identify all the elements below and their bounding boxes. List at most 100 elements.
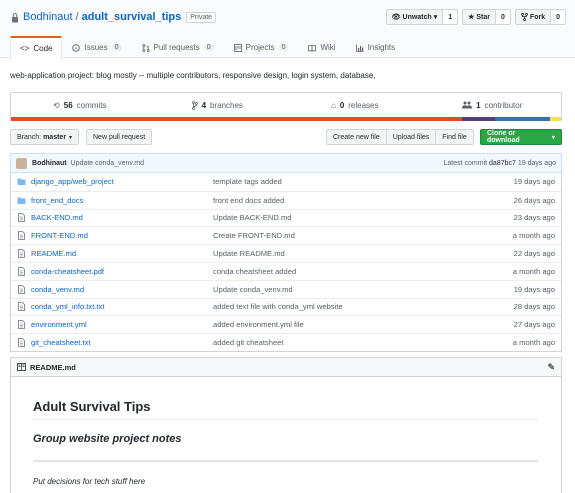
file-icon bbox=[18, 338, 25, 347]
find-file-button[interactable]: Find file bbox=[435, 129, 474, 145]
file-age: 19 days ago bbox=[513, 284, 555, 294]
commit-message[interactable]: Update conda_venv.md bbox=[71, 160, 144, 167]
upload-files-button[interactable]: Upload files bbox=[385, 129, 437, 145]
commit-sha-link[interactable]: da87bc7 bbox=[489, 160, 516, 167]
table-row: BACK-END.md Update BACK-END.md 23 days ago bbox=[11, 208, 561, 227]
fork-button[interactable]: Fork bbox=[514, 9, 552, 25]
star-button[interactable]: ★ Star bbox=[462, 9, 497, 25]
file-age: 23 days ago bbox=[513, 213, 555, 223]
table-row: environment.yml added environment.yml fil… bbox=[11, 315, 561, 333]
branches-link[interactable]: 4 branches bbox=[149, 93, 287, 117]
readme-filename: README.md bbox=[30, 362, 76, 372]
table-row: front_end_docs front end docs added 26 day… bbox=[11, 190, 561, 209]
watchers-count[interactable]: 1 bbox=[443, 9, 459, 25]
readme-title: Adult Survival Tips bbox=[33, 399, 151, 414]
tab-insights[interactable]: Insights bbox=[346, 36, 406, 58]
file-age: a month ago bbox=[512, 266, 555, 276]
tab-code[interactable]: <> Code bbox=[10, 36, 63, 59]
repo-link[interactable]: adult_survival_tips bbox=[82, 11, 182, 23]
file-name-link[interactable]: front_end_docs bbox=[31, 196, 213, 205]
repo-description: web-application project: blog mostly -- … bbox=[10, 71, 376, 80]
folder-icon bbox=[17, 197, 26, 204]
file-name-link[interactable]: BACK-END.md bbox=[31, 213, 213, 222]
tab-issues[interactable]: Issues 0 bbox=[62, 36, 131, 58]
file-icon bbox=[18, 284, 25, 294]
book-icon bbox=[17, 363, 26, 371]
projects-count-badge: 0 bbox=[278, 44, 289, 51]
file-name-link[interactable]: conda_venv.md bbox=[31, 285, 213, 294]
lock-repo-icon bbox=[12, 12, 18, 22]
table-row: conda_yml_info.txt.txt added text file wi… bbox=[11, 297, 561, 316]
file-name-link[interactable]: django_app/web_project bbox=[31, 177, 213, 186]
pencil-icon[interactable]: ✎ bbox=[547, 362, 555, 373]
table-row: conda_venv.md Update conda_venv.md 19 days… bbox=[11, 279, 561, 298]
file-actions-group: Create new file Upload files Find file bbox=[326, 129, 474, 145]
stars-count[interactable]: 0 bbox=[496, 9, 511, 25]
wiki-icon bbox=[308, 44, 317, 51]
branch-icon bbox=[191, 100, 198, 110]
new-pull-request-button[interactable]: New pull request bbox=[86, 129, 153, 145]
graph-icon bbox=[355, 44, 364, 52]
readme-panel: README.md ✎ Adult Survival Tips Group we… bbox=[10, 357, 562, 493]
file-commit-message[interactable]: Update BACK-END.md bbox=[213, 213, 471, 222]
file-commit-message[interactable]: added environment.yml file bbox=[213, 320, 471, 329]
pull-request-icon bbox=[141, 43, 150, 52]
file-icon bbox=[18, 302, 25, 312]
tab-projects[interactable]: Projects 0 bbox=[224, 36, 299, 58]
commit-age: 19 days ago bbox=[517, 159, 556, 167]
table-row: conda-cheatsheet.pdf conda cheatsheet add… bbox=[11, 261, 561, 280]
issues-count-badge: 0 bbox=[111, 44, 122, 51]
file-age: a month ago bbox=[512, 231, 555, 241]
forks-count[interactable]: 0 bbox=[551, 9, 566, 25]
file-name-link[interactable]: conda_yml_info.txt.txt bbox=[31, 302, 213, 311]
owner-link[interactable]: Bodhinaut bbox=[23, 11, 73, 23]
folder-icon bbox=[17, 178, 26, 186]
file-commit-message[interactable]: added text file with conda_yml website bbox=[213, 302, 471, 311]
commit-author[interactable]: Bodhinaut bbox=[32, 160, 67, 167]
branch-select-button[interactable]: Branch: master ▾ bbox=[10, 129, 80, 145]
file-name-link[interactable]: environment.yml bbox=[31, 320, 213, 329]
clone-download-button[interactable]: Clone or download ▾ bbox=[480, 129, 562, 145]
file-commit-message[interactable]: front end docs added bbox=[213, 196, 471, 205]
numbers-summary: ⟲ 56 commits 4 branches ⌂ 0 releases 1 c… bbox=[10, 92, 562, 121]
file-age: 27 days ago bbox=[513, 320, 555, 330]
file-commit-message[interactable]: template tags added bbox=[213, 177, 471, 186]
chevron-down-icon: ▾ bbox=[433, 14, 438, 21]
create-new-file-button[interactable]: Create new file bbox=[326, 129, 387, 145]
commits-link[interactable]: ⟲ 56 commits bbox=[11, 93, 149, 117]
contributors-link[interactable]: 1 contributor bbox=[424, 93, 562, 117]
tag-icon: ⌂ bbox=[330, 100, 336, 110]
repo-tabs: <> Code Issues 0 Pull requests 0 Project… bbox=[10, 36, 406, 59]
tab-wiki[interactable]: Wiki bbox=[298, 36, 345, 58]
history-icon: ⟲ bbox=[53, 100, 60, 110]
language-segment-3 bbox=[550, 117, 561, 121]
tab-pull-requests[interactable]: Pull requests 0 bbox=[132, 36, 224, 58]
avatar[interactable] bbox=[16, 157, 27, 169]
latest-commit-info: Latest commit da87bc7 19 days ago bbox=[443, 159, 557, 167]
eye-icon: 👁 bbox=[391, 14, 401, 21]
file-commit-message[interactable]: added git cheatsheet bbox=[213, 338, 471, 347]
table-row: django_app/web_project template tags adde… bbox=[11, 173, 561, 191]
readme-paragraph: Put decisions for tech stuff here bbox=[33, 477, 146, 486]
file-name-link[interactable]: FRONT-END.md bbox=[31, 231, 213, 240]
file-icon bbox=[18, 320, 25, 330]
language-segment-0 bbox=[11, 117, 462, 121]
files-table: django_app/web_project template tags adde… bbox=[10, 173, 562, 352]
releases-link[interactable]: ⌂ 0 releases bbox=[286, 93, 424, 117]
people-icon bbox=[462, 101, 473, 109]
file-name-link[interactable]: conda-cheatsheet.pdf bbox=[31, 267, 213, 276]
language-bar[interactable] bbox=[11, 117, 561, 121]
star-icon: ★ bbox=[468, 14, 475, 21]
file-name-link[interactable]: README.md bbox=[31, 249, 213, 258]
file-commit-message[interactable]: Update conda_venv.md bbox=[213, 285, 471, 294]
file-commit-message[interactable]: Update README.md bbox=[213, 249, 471, 258]
fork-action: Fork 0 bbox=[514, 9, 566, 25]
file-icon bbox=[18, 249, 25, 258]
unwatch-button[interactable]: 👁 Unwatch ▾ bbox=[385, 9, 444, 25]
table-row: git_cheatsheet.txt added git cheatsheet a … bbox=[11, 333, 561, 351]
language-segment-1 bbox=[462, 117, 495, 121]
file-commit-message[interactable]: Create FRONT-END.md bbox=[213, 231, 471, 240]
file-age: 26 days ago bbox=[513, 195, 555, 205]
file-commit-message[interactable]: conda cheatsheet added bbox=[213, 267, 471, 276]
file-name-link[interactable]: git_cheatsheet.txt bbox=[31, 338, 213, 347]
